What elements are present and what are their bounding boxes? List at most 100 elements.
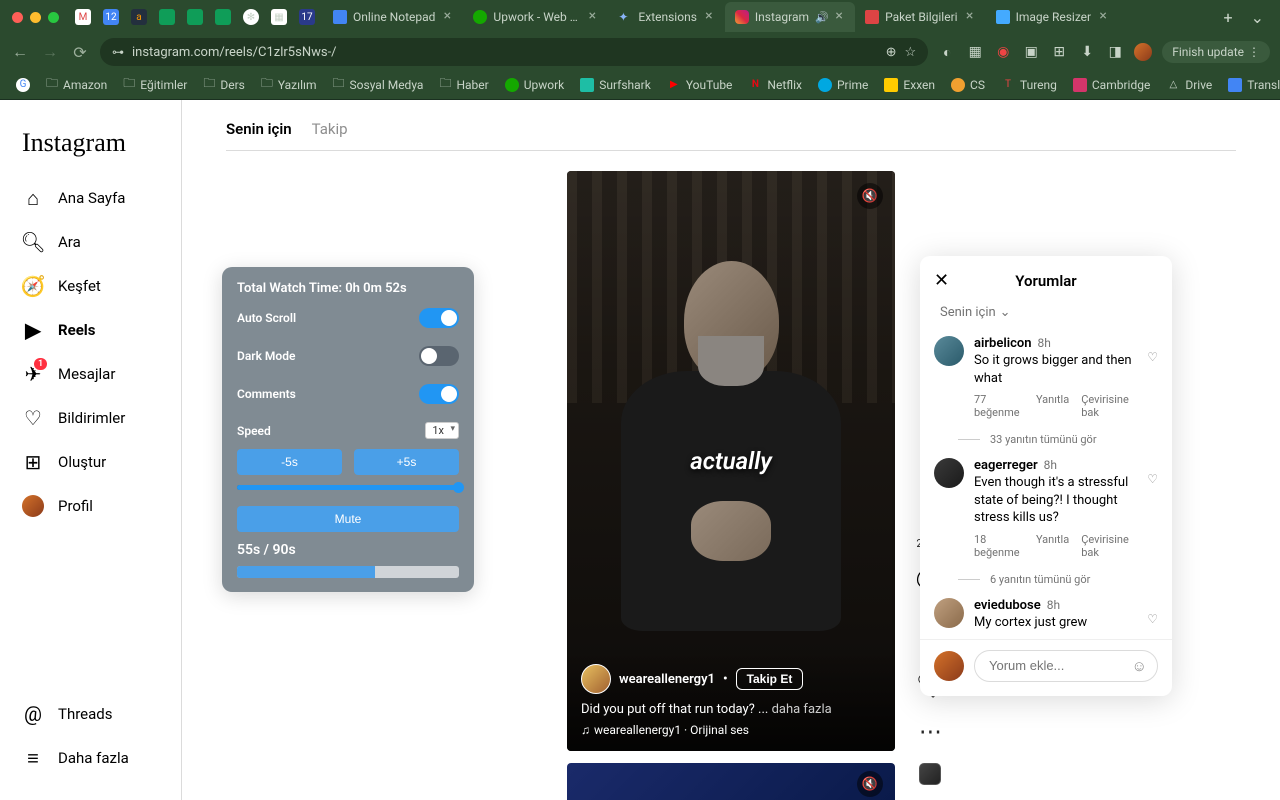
pinned-gmail[interactable]: M bbox=[75, 9, 91, 25]
maximize-window[interactable] bbox=[48, 12, 59, 23]
like-comment-button[interactable]: ♡ bbox=[1147, 350, 1158, 364]
close-icon[interactable]: × bbox=[441, 11, 453, 23]
close-icon[interactable]: × bbox=[1097, 11, 1109, 23]
darkmode-toggle[interactable] bbox=[419, 346, 459, 366]
pinned-sheets1[interactable] bbox=[159, 9, 175, 25]
seek-slider[interactable] bbox=[237, 485, 459, 490]
pinned-sheets3[interactable] bbox=[215, 9, 231, 25]
reel-username[interactable]: weareallenergy1 bbox=[619, 672, 715, 687]
mute-button[interactable]: Mute bbox=[237, 506, 459, 532]
forward-button[interactable]: → bbox=[40, 42, 60, 62]
finish-update-button[interactable]: Finish update ⋮ bbox=[1162, 41, 1270, 63]
reel-video[interactable]: actually 🔇 weareallenergy1 • Takip Et Di… bbox=[567, 171, 895, 751]
pinned-t[interactable]: 17 bbox=[299, 9, 315, 25]
minimize-window[interactable] bbox=[30, 12, 41, 23]
bm-cambridge[interactable]: Cambridge bbox=[1067, 75, 1156, 95]
new-tab-button[interactable]: + bbox=[1216, 8, 1241, 27]
mute-icon[interactable]: 🔇 bbox=[857, 183, 883, 209]
sidebar-item-messages[interactable]: ✈Mesajlar1 bbox=[12, 352, 169, 396]
ext-icon-1[interactable]: ◐ bbox=[938, 43, 956, 61]
comment-input[interactable] bbox=[989, 658, 1123, 673]
minus5-button[interactable]: -5s bbox=[237, 449, 342, 475]
ext-icon-3[interactable]: ◉ bbox=[994, 43, 1012, 61]
sidebar-item-create[interactable]: ⊞Oluştur bbox=[12, 440, 169, 484]
tab-extensions[interactable]: ✦Extensions× bbox=[608, 2, 724, 32]
view-replies[interactable]: 6 yanıtın tümünü gör bbox=[958, 573, 1158, 586]
bm-exxen[interactable]: Exxen bbox=[878, 75, 941, 95]
close-icon[interactable]: × bbox=[586, 11, 598, 23]
audio-icon[interactable]: 🔊 bbox=[815, 11, 827, 23]
comments-filter[interactable]: Senin için ⌄ bbox=[920, 301, 1172, 330]
audio-thumbnail[interactable] bbox=[919, 763, 941, 785]
sidebar-item-notifications[interactable]: ♡Bildirimler bbox=[12, 396, 169, 440]
sidebar-item-home[interactable]: ⌂Ana Sayfa bbox=[12, 176, 169, 220]
url-bar[interactable]: ⊶ instagram.com/reels/C1zlr5sNws-/ ⊕ ☆ bbox=[100, 38, 928, 66]
close-window[interactable] bbox=[12, 12, 23, 23]
comment-user[interactable]: airbelicon bbox=[974, 336, 1032, 351]
bm-translate[interactable]: Translate bbox=[1222, 75, 1280, 95]
sidepanel-icon[interactable]: ◨ bbox=[1106, 43, 1124, 61]
bm-ders[interactable]: 🗀Ders bbox=[197, 71, 251, 98]
tab-notepad[interactable]: Online Notepad× bbox=[323, 2, 463, 32]
emoji-button[interactable]: ☺ bbox=[1132, 657, 1147, 675]
pinned-amazon[interactable]: a bbox=[131, 9, 147, 25]
tab-for-you[interactable]: Senin için bbox=[226, 120, 292, 138]
speed-select[interactable]: 1x bbox=[425, 422, 459, 439]
instagram-logo[interactable]: Instagram bbox=[12, 108, 169, 176]
star-icon[interactable]: ☆ bbox=[905, 45, 917, 60]
ext-icon-4[interactable]: ▣ bbox=[1022, 43, 1040, 61]
like-comment-button[interactable]: ♡ bbox=[1147, 612, 1158, 626]
profile-icon[interactable] bbox=[1134, 43, 1152, 61]
bm-prime[interactable]: Prime bbox=[812, 75, 874, 95]
bm-netflix[interactable]: NNetflix bbox=[742, 75, 808, 95]
like-comment-button[interactable]: ♡ bbox=[1147, 472, 1158, 486]
bm-surfshark[interactable]: Surfshark bbox=[574, 75, 657, 95]
pinned-notion[interactable]: ▦ bbox=[271, 9, 287, 25]
bm-youtube[interactable]: ▶YouTube bbox=[661, 75, 739, 95]
comment-avatar[interactable] bbox=[934, 598, 964, 628]
sidebar-item-threads[interactable]: @Threads bbox=[12, 692, 169, 736]
bm-upwork[interactable]: Upwork bbox=[499, 75, 571, 95]
sidebar-item-profile[interactable]: Profil bbox=[12, 484, 169, 528]
comments-toggle[interactable] bbox=[419, 384, 459, 404]
tab-resizer[interactable]: Image Resizer× bbox=[986, 2, 1120, 32]
tab-menu[interactable]: ⌄ bbox=[1243, 8, 1272, 27]
close-icon[interactable]: × bbox=[833, 11, 845, 23]
ext-icon-2[interactable]: ▦ bbox=[966, 43, 984, 61]
tab-following[interactable]: Takip bbox=[312, 120, 348, 138]
bm-haber[interactable]: 🗀Haber bbox=[433, 71, 494, 98]
tab-upwork[interactable]: Upwork - Web Scra× bbox=[463, 2, 608, 32]
bm-drive[interactable]: △Drive bbox=[1160, 75, 1218, 95]
site-info-icon[interactable]: ⊶ bbox=[112, 45, 124, 59]
bm-tureng[interactable]: TTureng bbox=[995, 75, 1063, 95]
close-icon[interactable]: × bbox=[964, 11, 976, 23]
sidebar-item-search[interactable]: 🔍︎Ara bbox=[12, 220, 169, 264]
bm-egitimler[interactable]: 🗀Eğitimler bbox=[117, 71, 193, 98]
download-icon[interactable]: ⬇ bbox=[1078, 43, 1096, 61]
reel-audio[interactable]: ♫ weareallenergy1 · Orijinal ses bbox=[581, 723, 881, 737]
current-user-avatar[interactable] bbox=[934, 651, 964, 681]
reel-user-avatar[interactable] bbox=[581, 664, 611, 694]
plus5-button[interactable]: +5s bbox=[354, 449, 459, 475]
pinned-gpt[interactable]: ✻ bbox=[243, 9, 259, 25]
sidebar-item-more[interactable]: ≡Daha fazla bbox=[12, 736, 169, 780]
tab-paket[interactable]: Paket Bilgileri× bbox=[855, 2, 986, 32]
window-controls[interactable] bbox=[8, 12, 67, 23]
view-replies[interactable]: 33 yanıtın tümünü gör bbox=[958, 433, 1158, 446]
reload-button[interactable]: ⟳ bbox=[70, 42, 90, 62]
bm-yazilim[interactable]: 🗀Yazılım bbox=[255, 71, 323, 98]
extensions-icon[interactable]: ⊞ bbox=[1050, 43, 1068, 61]
sidebar-item-reels[interactable]: ▶Reels bbox=[12, 308, 169, 352]
autoscroll-toggle[interactable] bbox=[419, 308, 459, 328]
mute-icon[interactable]: 🔇 bbox=[857, 771, 883, 797]
bm-cs[interactable]: CS bbox=[945, 75, 991, 95]
pinned-sheets2[interactable] bbox=[187, 9, 203, 25]
pinned-cal[interactable]: 12 bbox=[103, 9, 119, 25]
bm-amazon[interactable]: 🗀Amazon bbox=[40, 71, 113, 98]
comment-user[interactable]: eviedubose bbox=[974, 598, 1041, 613]
reel-caption[interactable]: Did you put off that run today? ... daha… bbox=[581, 702, 881, 717]
install-icon[interactable]: ⊕ bbox=[886, 45, 897, 60]
comment-user[interactable]: eagerreger bbox=[974, 458, 1038, 473]
back-button[interactable]: ← bbox=[10, 42, 30, 62]
more-button[interactable]: ⋯ bbox=[919, 718, 942, 745]
